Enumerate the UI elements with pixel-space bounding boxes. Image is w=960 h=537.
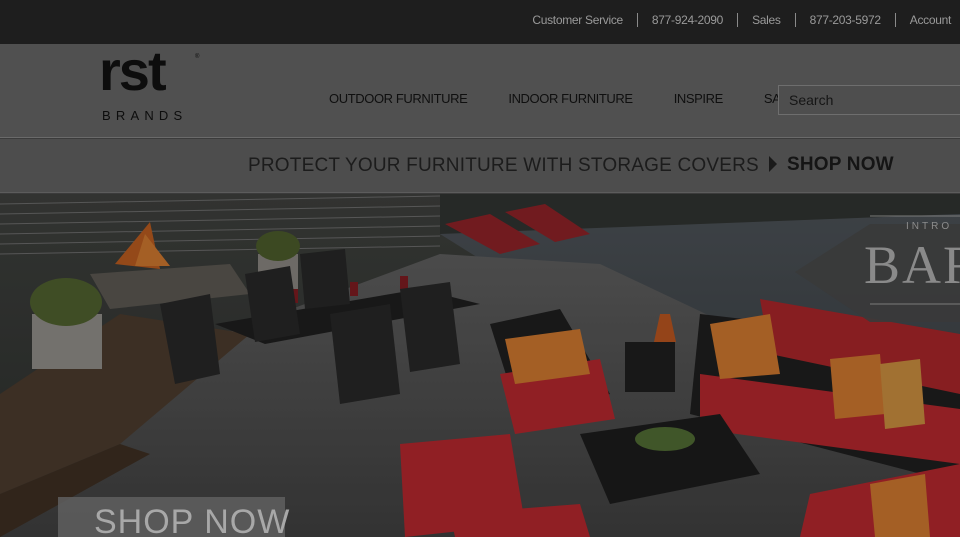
hero-banner[interactable]: INTRO BAR SHOP NOW — [0, 194, 960, 537]
site-header: rst ® BRANDS OUTDOOR FURNITURE INDOOR FU… — [0, 41, 960, 138]
utility-links: Customer Service 877-924-2090 Sales 877-… — [518, 13, 951, 27]
hero-badge-intro: INTRO — [906, 221, 953, 232]
customer-service-link[interactable]: Customer Service — [518, 13, 637, 27]
sales-phone-link[interactable]: 877-203-5972 — [794, 13, 895, 27]
promo-banner[interactable]: PROTECT YOUR FURNITURE WITH STORAGE COVE… — [0, 139, 960, 193]
hero-patio-image — [0, 194, 960, 537]
nav-indoor-furniture[interactable]: INDOOR FURNITURE — [508, 91, 633, 106]
logo-subtitle: BRANDS — [102, 108, 188, 123]
top-utility-bar: Customer Service 877-924-2090 Sales 877-… — [0, 0, 960, 44]
account-link[interactable]: Account — [894, 13, 951, 27]
promo-shop-now-link[interactable]: SHOP NOW — [787, 154, 894, 176]
customer-service-phone-link[interactable]: 877-924-2090 — [636, 13, 737, 27]
sales-link[interactable]: Sales — [737, 13, 795, 27]
logo-trademark: ® — [195, 54, 200, 60]
search-box — [778, 85, 960, 115]
logo-wordmark: rst — [99, 39, 167, 102]
hero-shop-now-label: SHOP NOW — [94, 503, 291, 537]
promo-message: PROTECT YOUR FURNITURE WITH STORAGE COVE… — [248, 155, 759, 176]
hero-badge-word: BAR — [864, 235, 960, 295]
brand-logo[interactable]: rst ® BRANDS — [99, 41, 201, 125]
nav-inspire[interactable]: INSPIRE — [674, 91, 724, 106]
hero-shop-now-button[interactable]: SHOP NOW — [58, 497, 289, 537]
search-input[interactable] — [779, 86, 960, 114]
nav-outdoor-furniture[interactable]: OUTDOOR FURNITURE — [329, 91, 468, 106]
caret-right-icon — [769, 156, 777, 172]
main-nav: OUTDOOR FURNITURE INDOOR FURNITURE INSPI… — [329, 91, 837, 106]
